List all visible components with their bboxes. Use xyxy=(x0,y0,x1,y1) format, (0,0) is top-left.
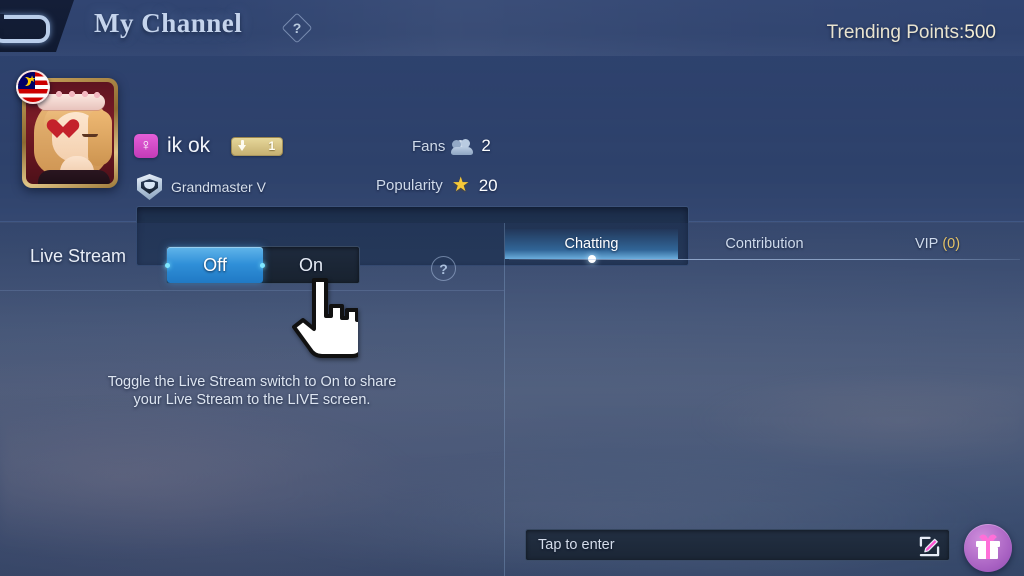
level-badge: 1 xyxy=(231,136,284,156)
page-title: My Channel xyxy=(94,8,243,38)
country-flag-icon xyxy=(16,70,50,104)
level-value: 1 xyxy=(268,139,276,153)
chat-input-placeholder: Tap to enter xyxy=(538,537,615,553)
chat-tabs: Chatting Contribution VIP (0) xyxy=(505,229,1024,263)
people-icon xyxy=(451,139,474,155)
live-stream-hint: Toggle the Live Stream switch to On to s… xyxy=(0,373,504,409)
trending-points-value: 500 xyxy=(964,22,996,43)
gender-female-icon: ♀ xyxy=(134,134,158,158)
live-stream-hint-line2: your Live Stream to the LIVE screen. xyxy=(133,392,371,408)
tab-contribution[interactable]: Contribution xyxy=(678,229,851,259)
header-bar: My Channel ? Trending Points:500 xyxy=(0,0,1024,56)
chat-message-list[interactable] xyxy=(505,261,1024,516)
trending-points-label: Trending Points: xyxy=(826,22,965,43)
live-stream-label: Live Stream xyxy=(30,246,127,266)
question-mark-glyph: ? xyxy=(292,20,302,36)
avatar-art-headband xyxy=(37,90,105,110)
gift-icon xyxy=(976,534,1000,559)
nickname: ik ok xyxy=(167,134,211,157)
rank-row: Grandmaster V xyxy=(137,174,266,200)
avatar-art-eye xyxy=(82,134,98,137)
trending-points: Trending Points:500 xyxy=(827,22,996,44)
stat-fans-label: Fans xyxy=(412,137,446,155)
title-help-icon[interactable]: ? xyxy=(281,12,313,44)
star-icon: ★ xyxy=(451,174,470,196)
toggle-option-off[interactable]: Off xyxy=(165,247,265,283)
tab-chatting-label: Chatting xyxy=(564,236,619,252)
tab-contribution-label: Contribution xyxy=(725,236,804,252)
pencil-edit-icon[interactable] xyxy=(919,536,940,557)
live-stream-hint-line1: Toggle the Live Stream switch to On to s… xyxy=(107,374,397,390)
chat-input-bar: Tap to enter xyxy=(505,516,1024,576)
back-arrow-icon xyxy=(0,12,50,43)
stat-popularity: Popularity ★ 20 xyxy=(376,175,498,196)
rank-label: Grandmaster V xyxy=(171,179,266,195)
tab-vip-label: VIP xyxy=(914,236,939,252)
chat-input[interactable]: Tap to enter xyxy=(525,529,950,561)
stat-popularity-value: 20 xyxy=(478,175,498,195)
heart-icon xyxy=(52,120,74,140)
rank-emblem-icon xyxy=(137,174,162,200)
avatar-art-hair-side xyxy=(88,110,112,166)
tab-vip[interactable]: VIP (0) xyxy=(851,229,1024,259)
avatar[interactable] xyxy=(16,70,118,188)
stat-fans: Fans 2 xyxy=(412,136,491,156)
tabs-underline xyxy=(509,259,1020,260)
download-arrow-icon xyxy=(236,139,249,153)
mouse-cursor-hand xyxy=(292,278,358,358)
name-row: ♀ ik ok 1 xyxy=(134,134,284,158)
avatar-art-dress xyxy=(38,170,110,184)
stat-popularity-label: Popularity xyxy=(376,177,443,194)
gift-button[interactable] xyxy=(964,524,1012,572)
flag-canton xyxy=(18,72,36,90)
chat-panel: Chatting Contribution VIP (0) Tap to ent… xyxy=(504,223,1024,576)
tab-chatting[interactable]: Chatting xyxy=(505,229,678,263)
live-stream-help-icon[interactable]: ? xyxy=(431,256,456,281)
tab-vip-count: (0) xyxy=(942,236,961,252)
stat-fans-value: 2 xyxy=(481,136,491,155)
my-channel-screen: My Channel ? Trending Points:500 ★ ♀ ik … xyxy=(0,0,1024,576)
profile-panel: ♀ ik ok 1 Grandmaster V Fans 2 Popularit… xyxy=(0,56,1024,266)
